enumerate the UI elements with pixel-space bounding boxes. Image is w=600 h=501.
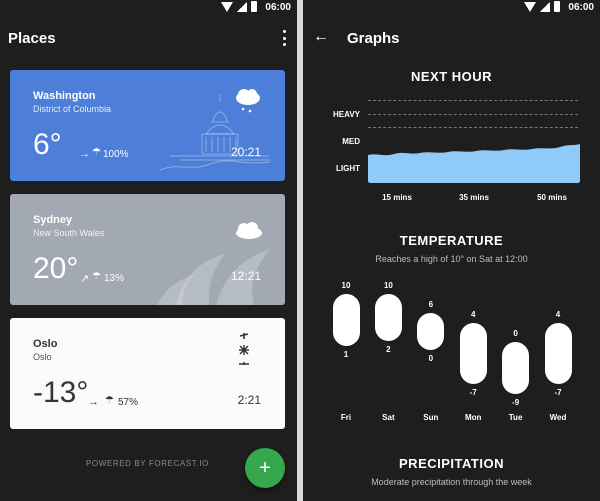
places-screen: 06:00 Places Washington District of Colu…	[0, 0, 297, 501]
place-card-oslo[interactable]: Oslo Oslo -13° → ☂ 57% 2:21	[10, 318, 285, 429]
battery-icon	[554, 1, 560, 12]
place-card-washington[interactable]: Washington District of Columbia 6° → ☂ 1…	[10, 70, 285, 181]
card-city: Oslo	[33, 338, 58, 350]
cloud-rain-icon	[236, 89, 260, 113]
card-time: 2:21	[237, 393, 261, 407]
card-time: 12:21	[230, 269, 261, 283]
cloud-icon	[236, 222, 262, 239]
card-time: 20:21	[230, 145, 261, 159]
wind-icon: →	[79, 148, 90, 160]
card-temperature: 20°	[33, 252, 79, 285]
snow-icon	[239, 333, 249, 365]
card-precip: 100%	[103, 149, 129, 160]
status-bar: 06:00	[303, 0, 600, 16]
opera-house-art	[156, 249, 270, 305]
card-region: New South Wales	[33, 228, 105, 238]
battery-icon	[251, 1, 257, 12]
card-region: Oslo	[33, 352, 52, 362]
status-time: 06:00	[568, 2, 594, 13]
signal-icon	[237, 1, 247, 12]
wind-icon: ↗	[80, 273, 90, 285]
wifi-icon	[524, 1, 536, 12]
signal-icon	[540, 1, 550, 12]
card-city: Washington	[33, 90, 96, 102]
card-temperature: 6°	[33, 128, 62, 161]
card-temperature: -13°	[33, 376, 89, 409]
wifi-icon	[221, 1, 233, 12]
graphs-screen: 06:00 ← Graphs	[303, 0, 600, 501]
status-time: 06:00	[265, 2, 291, 13]
umbrella-icon: ☂	[105, 395, 114, 406]
powered-by-label: POWERED BY FORECAST.IO	[86, 459, 209, 468]
back-arrow-icon[interactable]: ←	[313, 28, 335, 46]
place-card-sydney[interactable]: Sydney New South Wales 20° ↗ ☂ 13% 12:21	[10, 194, 285, 305]
wind-icon: →	[88, 396, 99, 408]
add-place-button[interactable]: +	[245, 448, 285, 488]
umbrella-icon: ☂	[92, 147, 101, 158]
card-precip: 13%	[104, 273, 125, 284]
card-precip: 57%	[118, 397, 139, 408]
more-vert-icon[interactable]	[281, 30, 287, 46]
card-region: District of Columbia	[33, 104, 112, 114]
page-title: Graphs	[347, 30, 400, 47]
umbrella-icon: ☂	[92, 271, 101, 282]
page-title: Places	[8, 30, 56, 47]
card-city: Sydney	[33, 214, 73, 226]
status-bar: 06:00	[0, 0, 297, 16]
